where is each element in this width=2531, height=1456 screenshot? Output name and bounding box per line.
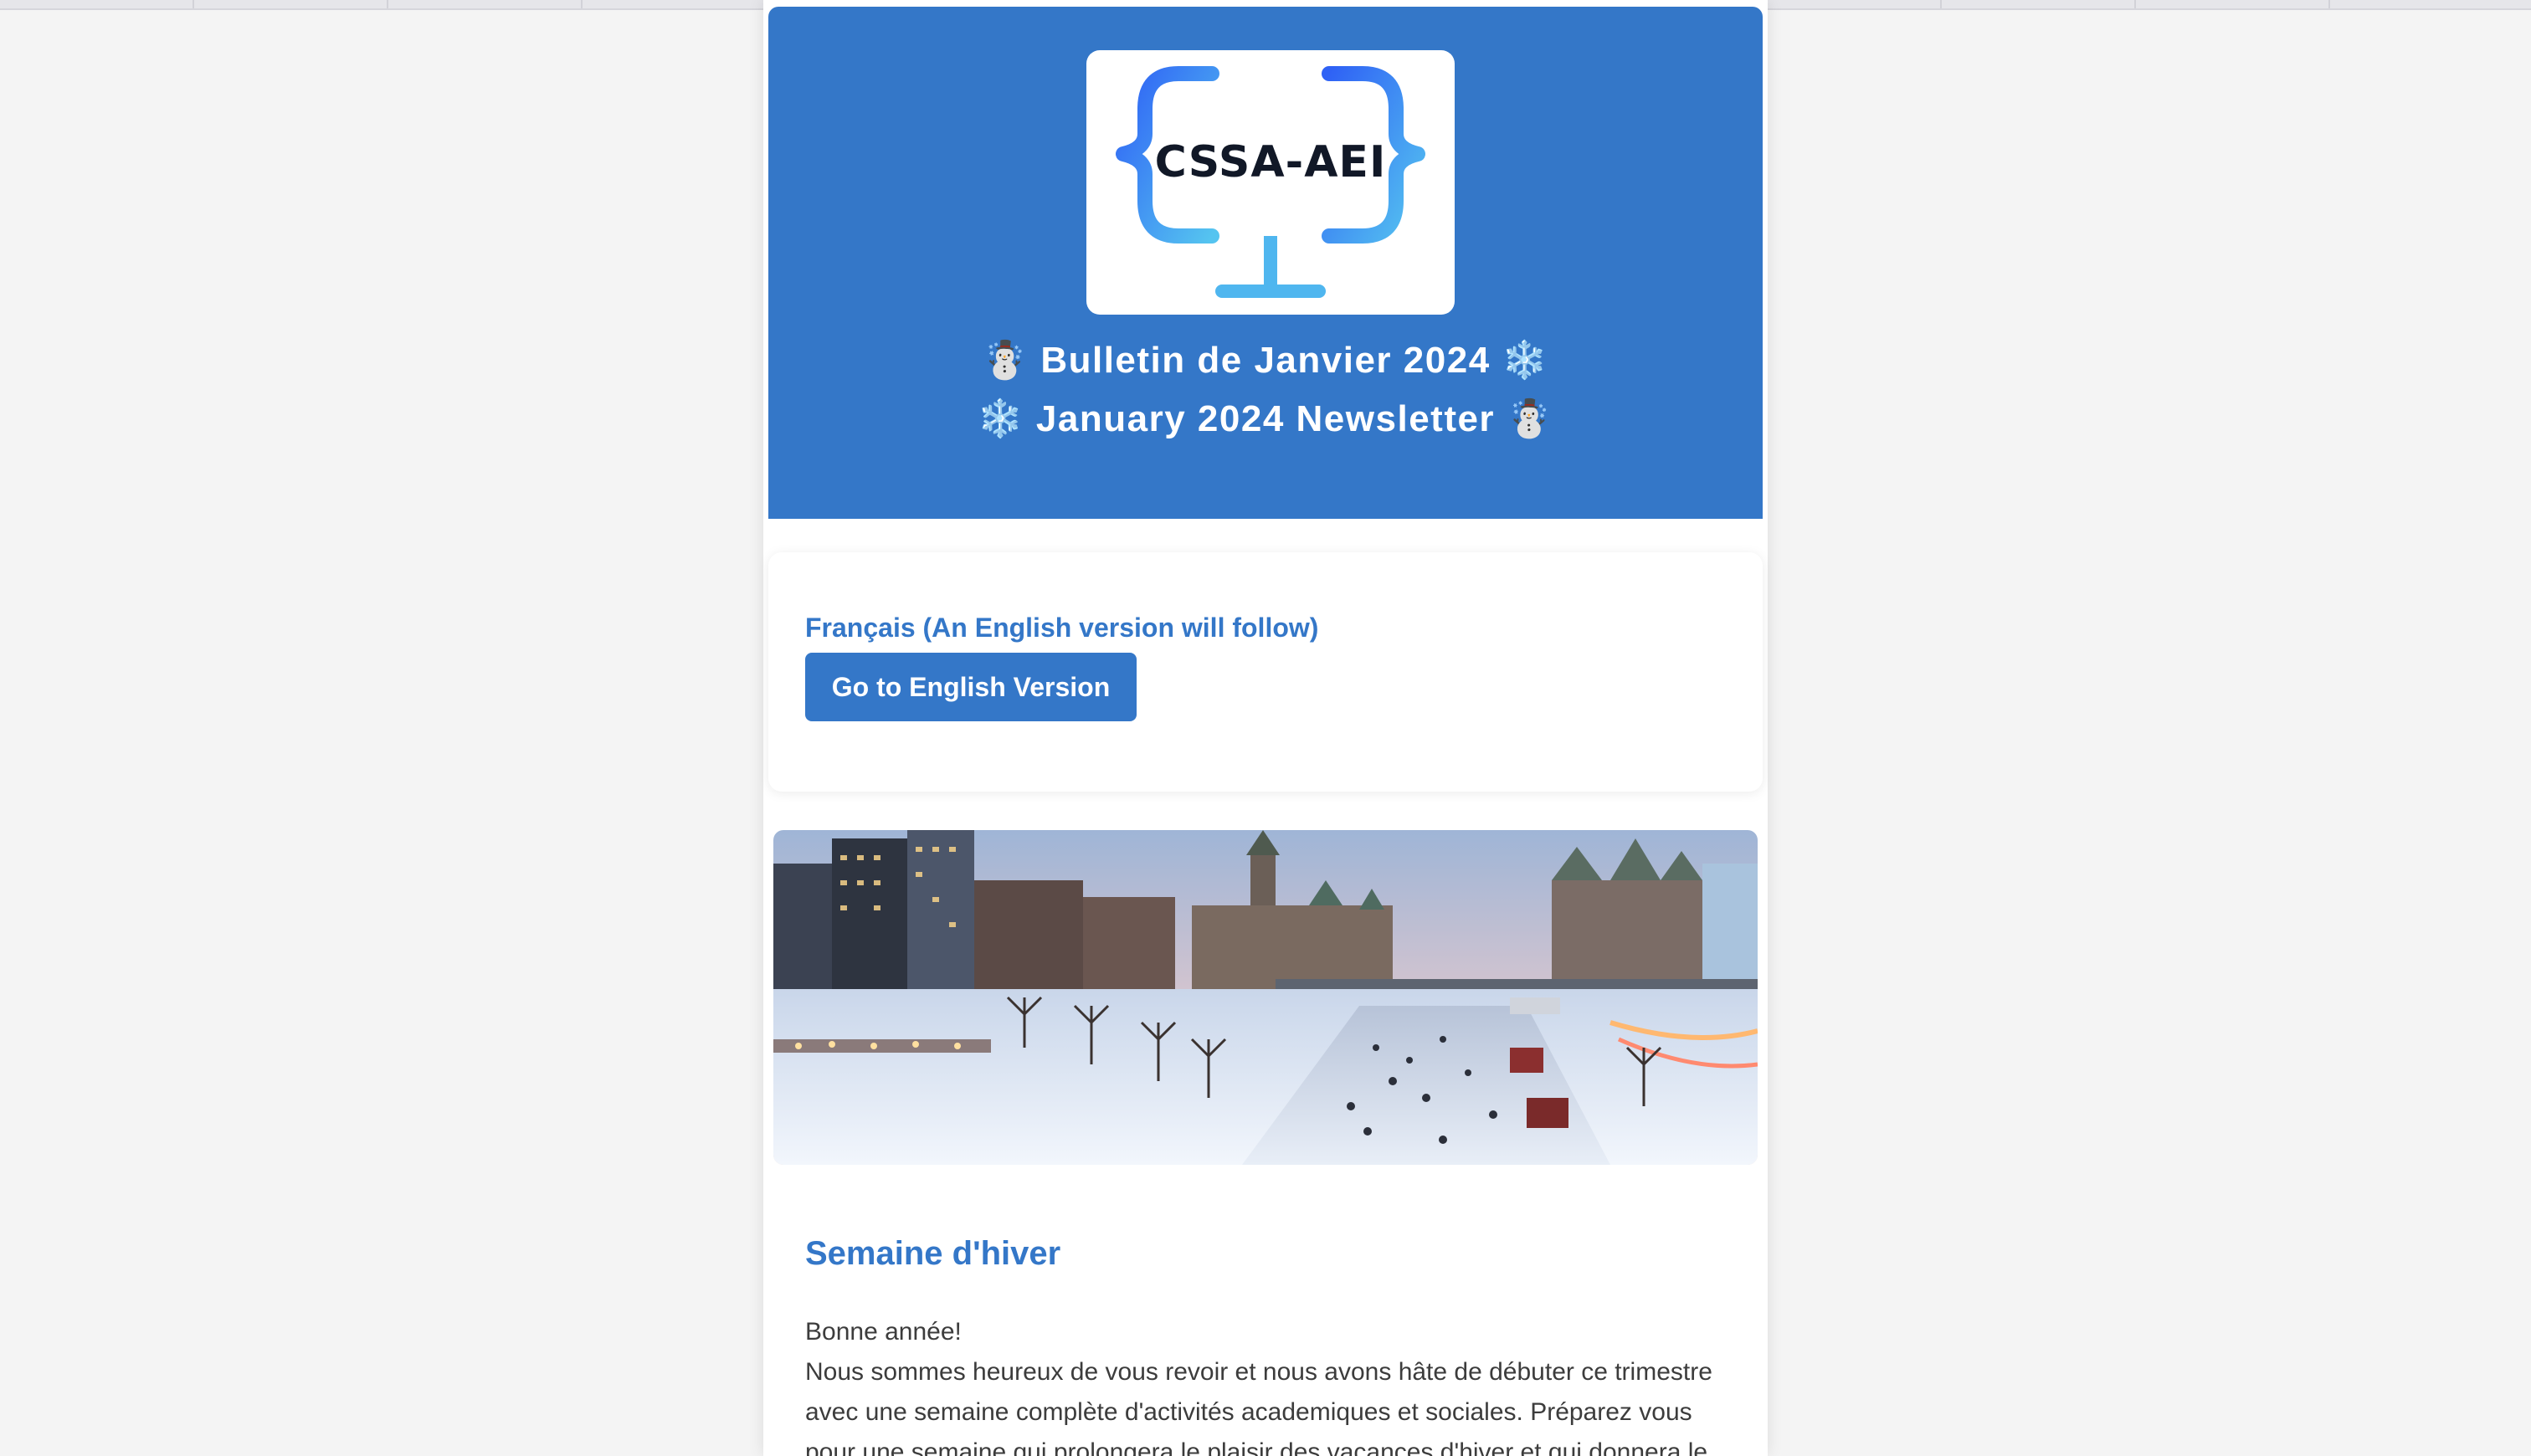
newsletter-title-french: ☃️ Bulletin de Janvier 2024 ❄️ <box>982 340 1549 381</box>
cssa-aei-logo: CSSA-AEI <box>1086 50 1455 315</box>
winter-city-scene-image <box>773 830 1758 1165</box>
tab-strip-segment <box>194 0 388 8</box>
tab-strip-segment <box>388 0 583 8</box>
intro-paragraph: Nous sommes heureux de vous revoir et no… <box>805 1358 1712 1456</box>
language-card: Français (An English version will follow… <box>768 552 1763 792</box>
tab-strip-segment <box>0 0 194 8</box>
tab-strip-segment <box>1942 0 2136 8</box>
logo-text: CSSA-AEI <box>1154 137 1387 187</box>
section-title: Semaine d'hiver <box>805 1235 1061 1272</box>
newsletter-header: CSSA-AEI ☃️ Bulletin de Janvier 2024 ❄️ … <box>768 7 1763 519</box>
tab-strip-segment <box>1748 0 1942 8</box>
language-note: Français (An English version will follow… <box>805 613 1319 643</box>
winter-canal-banner-image <box>773 830 1758 1165</box>
newsletter-email: CSSA-AEI ☃️ Bulletin de Janvier 2024 ❄️ … <box>763 0 1768 1456</box>
newsletter-title-english: ❄️ January 2024 Newsletter ☃️ <box>977 398 1554 439</box>
greeting-text: Bonne année! <box>805 1318 962 1346</box>
tab-strip-segment <box>2136 0 2330 8</box>
section-body: Bonne année! Nous sommes heureux de vous… <box>805 1312 1734 1456</box>
tab-strip-segment <box>583 0 777 8</box>
go-to-english-button[interactable]: Go to English Version <box>805 653 1137 721</box>
